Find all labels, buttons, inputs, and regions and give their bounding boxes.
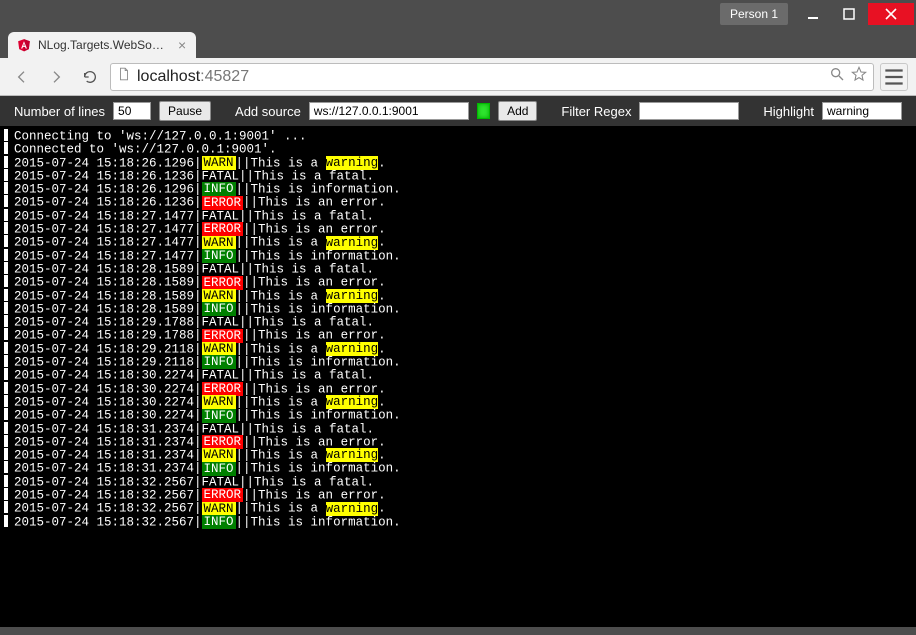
angular-icon bbox=[16, 37, 32, 53]
arrow-left-icon bbox=[14, 69, 30, 85]
connection-status-led bbox=[477, 103, 490, 119]
log-line: 2015-07-24 15:18:30.2274|FATAL||This is … bbox=[4, 369, 910, 382]
log-line: 2015-07-24 15:18:27.1477|INFO||This is i… bbox=[4, 250, 910, 263]
page-icon bbox=[117, 67, 131, 86]
log-line: 2015-07-24 15:18:27.1477|FATAL||This is … bbox=[4, 210, 910, 223]
address-url[interactable]: localhost:45827 bbox=[137, 68, 823, 86]
tab-title: NLog.Targets.WebSocketS bbox=[38, 38, 168, 52]
tab-close-button[interactable]: × bbox=[178, 37, 186, 53]
maximize-icon bbox=[843, 8, 855, 20]
log-line: Connecting to 'ws://127.0.0.1:9001' ... bbox=[4, 130, 910, 143]
log-console[interactable]: Connecting to 'ws://127.0.0.1:9001' ...C… bbox=[0, 126, 916, 627]
filter-regex-label: Filter Regex bbox=[561, 104, 631, 119]
log-line: 2015-07-24 15:18:31.2374|ERROR||This is … bbox=[4, 436, 910, 449]
num-lines-input[interactable] bbox=[113, 102, 151, 120]
log-line: 2015-07-24 15:18:32.2567|ERROR||This is … bbox=[4, 489, 910, 502]
log-line: 2015-07-24 15:18:26.1236|ERROR||This is … bbox=[4, 196, 910, 209]
hamburger-icon bbox=[881, 64, 907, 90]
window-bottom-frame bbox=[0, 627, 916, 635]
log-line: 2015-07-24 15:18:31.2374|INFO||This is i… bbox=[4, 462, 910, 475]
filter-regex-input[interactable] bbox=[639, 102, 739, 120]
log-line: 2015-07-24 15:18:30.2274|WARN||This is a… bbox=[4, 396, 910, 409]
log-line: 2015-07-24 15:18:32.2567|WARN||This is a… bbox=[4, 502, 910, 515]
reload-button[interactable] bbox=[76, 63, 104, 91]
log-line: 2015-07-24 15:18:28.1589|WARN||This is a… bbox=[4, 290, 910, 303]
browser-menu-button[interactable] bbox=[880, 63, 908, 91]
log-line: 2015-07-24 15:18:31.2374|FATAL||This is … bbox=[4, 423, 910, 436]
log-line: 2015-07-24 15:18:27.1477|WARN||This is a… bbox=[4, 236, 910, 249]
log-line: 2015-07-24 15:18:31.2374|WARN||This is a… bbox=[4, 449, 910, 462]
add-source-input[interactable] bbox=[309, 102, 469, 120]
log-line: 2015-07-24 15:18:28.1589|INFO||This is i… bbox=[4, 303, 910, 316]
log-line: 2015-07-24 15:18:26.1296|INFO||This is i… bbox=[4, 183, 910, 196]
log-line: 2015-07-24 15:18:28.1589|ERROR||This is … bbox=[4, 276, 910, 289]
search-icon[interactable] bbox=[829, 66, 845, 87]
log-line: 2015-07-24 15:18:30.2274|INFO||This is i… bbox=[4, 409, 910, 422]
address-bar[interactable]: localhost:45827 bbox=[110, 63, 874, 91]
browser-toolbar: localhost:45827 bbox=[0, 58, 916, 96]
highlight-input[interactable] bbox=[822, 102, 902, 120]
log-line: 2015-07-24 15:18:26.1236|FATAL||This is … bbox=[4, 170, 910, 183]
window-maximize-button[interactable] bbox=[832, 3, 866, 25]
add-source-label: Add source bbox=[235, 104, 301, 119]
log-line: 2015-07-24 15:18:29.2118|WARN||This is a… bbox=[4, 343, 910, 356]
log-line: 2015-07-24 15:18:30.2274|ERROR||This is … bbox=[4, 383, 910, 396]
log-line: 2015-07-24 15:18:29.2118|INFO||This is i… bbox=[4, 356, 910, 369]
log-line: 2015-07-24 15:18:27.1477|ERROR||This is … bbox=[4, 223, 910, 236]
minimize-icon bbox=[807, 8, 819, 20]
star-icon[interactable] bbox=[851, 66, 867, 87]
pause-button[interactable]: Pause bbox=[159, 101, 211, 121]
log-line: Connected to 'ws://127.0.0.1:9001'. bbox=[4, 143, 910, 156]
log-line: 2015-07-24 15:18:29.1788|ERROR||This is … bbox=[4, 329, 910, 342]
close-icon bbox=[885, 8, 897, 20]
forward-button[interactable] bbox=[42, 63, 70, 91]
window-close-button[interactable] bbox=[868, 3, 914, 25]
log-line: 2015-07-24 15:18:26.1296|WARN||This is a… bbox=[4, 157, 910, 170]
browser-tab[interactable]: NLog.Targets.WebSocketS × bbox=[8, 32, 196, 58]
log-line: 2015-07-24 15:18:32.2567|INFO||This is i… bbox=[4, 516, 910, 529]
window-minimize-button[interactable] bbox=[796, 3, 830, 25]
arrow-right-icon bbox=[48, 69, 64, 85]
back-button[interactable] bbox=[8, 63, 36, 91]
profile-button[interactable]: Person 1 bbox=[720, 3, 788, 25]
add-button[interactable]: Add bbox=[498, 101, 537, 121]
num-lines-label: Number of lines bbox=[14, 104, 105, 119]
log-line: 2015-07-24 15:18:29.1788|FATAL||This is … bbox=[4, 316, 910, 329]
reload-icon bbox=[82, 69, 98, 85]
log-line: 2015-07-24 15:18:28.1589|FATAL||This is … bbox=[4, 263, 910, 276]
log-line: 2015-07-24 15:18:32.2567|FATAL||This is … bbox=[4, 476, 910, 489]
app-toolbar: Number of lines Pause Add source Add Fil… bbox=[0, 96, 916, 126]
window-titlebar: Person 1 bbox=[0, 0, 916, 28]
browser-tabstrip: NLog.Targets.WebSocketS × bbox=[0, 28, 916, 58]
highlight-label: Highlight bbox=[763, 104, 814, 119]
